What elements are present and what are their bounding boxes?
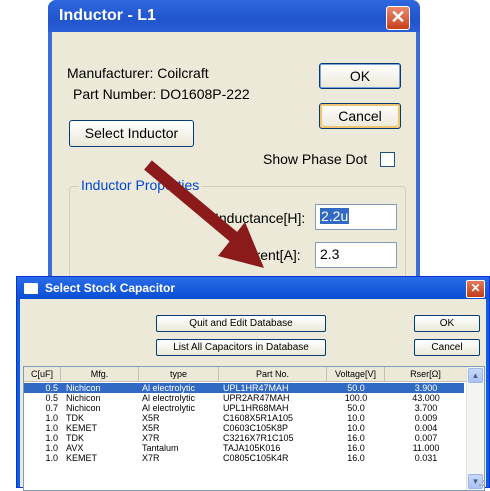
cell-c: 1.0 — [45, 433, 58, 443]
capacitor-title-bar[interactable]: Select Stock Capacitor ✕ — [17, 277, 489, 299]
cell-voltage: 16.0 — [347, 433, 365, 443]
cell-part: UPL1HR68MAH — [223, 403, 289, 413]
table-row[interactable]: 0.5 Nichicon Al electrolytic UPL1HR47MAH 50.… — [24, 383, 464, 393]
cell-voltage: 100.0 — [344, 393, 368, 403]
capacitor-dialog: Select Stock Capacitor ✕ Quit and Edit D… — [16, 276, 490, 491]
column-header-rser[interactable]: Rser[Ω] — [385, 367, 467, 382]
vertical-scrollbar[interactable]: ▲ ▼ — [466, 367, 484, 490]
cell-voltage: 16.0 — [347, 443, 365, 453]
capacitor-dialog-body: Quit and Edit Database OK List All Capac… — [20, 299, 486, 491]
column-header-type[interactable]: type — [139, 367, 219, 382]
quit-edit-database-button[interactable]: Quit and Edit Database — [156, 315, 326, 332]
table-row[interactable]: 1.0 AVX Tantalum TAJA105K016 16.0 11.000 — [24, 443, 464, 453]
scroll-up-icon[interactable]: ▲ — [468, 368, 483, 383]
capacitor-dialog-title: Select Stock Capacitor — [45, 281, 176, 295]
column-header-part-no[interactable]: Part No. — [219, 367, 327, 382]
cell-type: Al electrolytic — [142, 383, 196, 393]
cell-rser: 0.007 — [414, 433, 438, 443]
cell-type: X7R — [142, 433, 160, 443]
cell-voltage: 10.0 — [347, 423, 365, 433]
window-icon — [24, 283, 38, 294]
cell-type: Al electrolytic — [142, 403, 196, 413]
cell-part: UPL1HR47MAH — [223, 383, 289, 393]
cell-mfg: Nichicon — [66, 403, 101, 413]
column-header-c[interactable]: C[uF] — [24, 367, 61, 382]
cell-type: X5R — [142, 413, 160, 423]
cell-c: 0.5 — [45, 393, 58, 403]
list-all-capacitors-button[interactable]: List All Capacitors in Database — [156, 339, 326, 356]
cell-c: 1.0 — [45, 413, 58, 423]
cell-part: C1608X5R1A105 — [223, 413, 294, 423]
cell-rser: 0.004 — [414, 423, 438, 433]
ok-button[interactable]: OK — [414, 315, 480, 332]
table-row[interactable]: 1.0 KEMET X5R C0603C105K8P 10.0 0.004 — [24, 423, 464, 433]
cell-rser: 3.700 — [414, 403, 438, 413]
table-row[interactable]: 0.5 Nichicon Al electrolytic UPR2AR47MAH 100… — [24, 393, 464, 403]
column-header-mfg[interactable]: Mfg. — [61, 367, 139, 382]
cell-c: 0.7 — [45, 403, 58, 413]
column-header-voltage[interactable]: Voltage[V] — [327, 367, 385, 382]
cell-c: 1.0 — [45, 423, 58, 433]
cell-voltage: 10.0 — [347, 413, 365, 423]
cell-rser: 43.000 — [412, 393, 440, 403]
cell-voltage: 50.0 — [347, 403, 365, 413]
table-row[interactable]: 1.0 TDK X7R C3216X7R1C105 16.0 0.007 — [24, 433, 464, 443]
cell-voltage: 50.0 — [347, 383, 365, 393]
resize-grip-icon[interactable] — [476, 477, 486, 487]
cell-type: X5R — [142, 423, 160, 433]
cell-part: TAJA105K016 — [223, 443, 281, 453]
close-icon[interactable]: ✕ — [466, 280, 485, 298]
cell-rser: 0.031 — [414, 453, 438, 463]
table-row[interactable]: 1.0 KEMET X7R C0805C105K4R 16.0 0.031 — [24, 453, 464, 463]
cell-mfg: AVX — [66, 443, 84, 453]
cell-voltage: 16.0 — [347, 453, 365, 463]
cell-type: X7R — [142, 453, 160, 463]
cell-part: C0603C105K8P — [223, 423, 289, 433]
cell-part: C3216X7R1C105 — [223, 433, 294, 443]
cell-c: 1.0 — [45, 443, 58, 453]
cell-mfg: Nichicon — [66, 383, 101, 393]
cell-mfg: TDK — [66, 433, 84, 443]
cell-type: Tantalum — [142, 443, 179, 453]
cancel-button[interactable]: Cancel — [414, 339, 480, 356]
table-row[interactable]: 0.7 Nichicon Al electrolytic UPL1HR68MAH 50.… — [24, 403, 464, 413]
cell-rser: 3.900 — [414, 383, 438, 393]
table-row[interactable]: 1.0 TDK X5R C1608X5R1A105 10.0 0.009 — [24, 413, 464, 423]
cell-c: 1.0 — [45, 453, 58, 463]
cell-type: Al electrolytic — [142, 393, 196, 403]
cell-mfg: KEMET — [66, 453, 98, 463]
capacitor-list[interactable]: C[uF] Mfg. type Part No. Voltage[V] Rser… — [23, 366, 485, 491]
cell-rser: 0.009 — [414, 413, 438, 423]
cell-mfg: Nichicon — [66, 393, 101, 403]
cell-rser: 11.000 — [412, 443, 440, 453]
cell-c: 0.5 — [45, 383, 58, 393]
cell-mfg: KEMET — [66, 423, 98, 433]
cell-mfg: TDK — [66, 413, 84, 423]
cell-part: UPR2AR47MAH — [223, 393, 290, 403]
cell-part: C0805C105K4R — [223, 453, 289, 463]
